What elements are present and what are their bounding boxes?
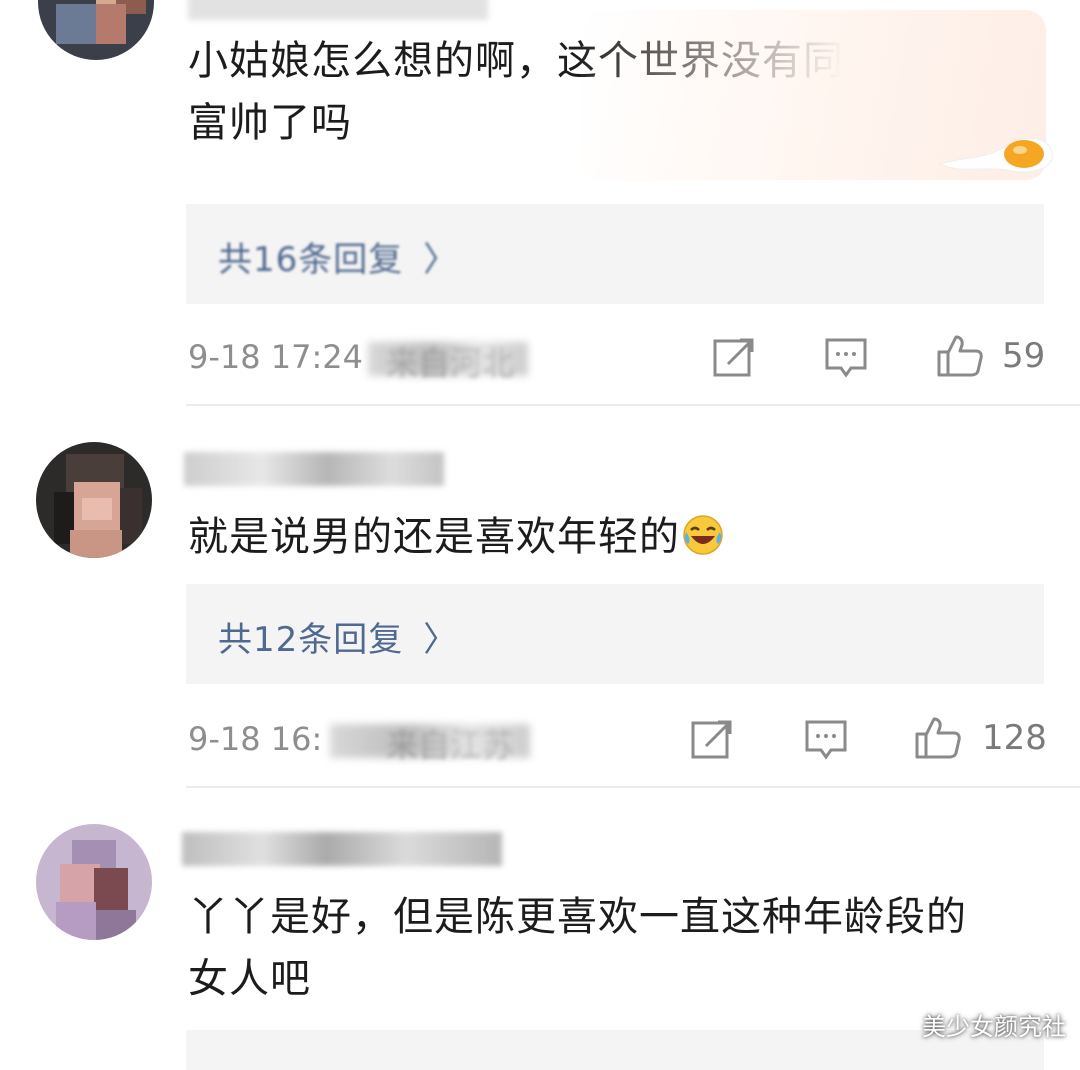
watermark: 美少女颜究社	[922, 1013, 1066, 1041]
like-count: 128	[982, 718, 1047, 758]
reply-summary-box[interactable]	[186, 1030, 1044, 1070]
avatar[interactable]	[36, 824, 152, 940]
reply-count-link[interactable]: 共16条回复〉	[218, 232, 458, 281]
reply-summary-box[interactable]: 共12条回复〉	[186, 584, 1044, 684]
laugh-cry-emoji	[683, 515, 723, 555]
fried-egg-icon	[938, 137, 1053, 173]
comment-meta: 9-18 17:24	[188, 338, 363, 376]
comment-date: 9-18 16:	[188, 720, 323, 758]
comment-meta: 9-18 16:	[188, 720, 322, 758]
reply-count-link[interactable]: 共12条回复〉	[218, 612, 458, 661]
comment-icon[interactable]	[804, 718, 848, 762]
location-blur	[368, 342, 528, 376]
comment-icon[interactable]	[824, 336, 868, 380]
comment-text: 丫丫是好，但是陈更喜欢一直这种年龄段的 女人吧	[188, 894, 967, 1002]
comment-item: 小姑娘怎么想的啊，这个世界没有同龄高 富帅了吗 共16条回复〉 9-18 17:…	[0, 0, 1080, 406]
comment-date: 9-18 17:24	[188, 338, 364, 376]
username-blurred[interactable]	[188, 0, 488, 20]
username-blurred[interactable]	[182, 832, 502, 866]
avatar[interactable]	[38, 0, 154, 60]
like-count: 59	[1002, 336, 1046, 376]
comment-item: 就是说男的还是喜欢年轻的 共12条回复〉 9-18 16: 来自江苏 128	[0, 406, 1080, 788]
chevron-right-icon: 〉	[423, 240, 459, 280]
reply-summary-box[interactable]: 共16条回复〉	[186, 204, 1044, 304]
thumbs-up-icon[interactable]	[936, 334, 984, 378]
chevron-right-icon: 〉	[423, 620, 459, 660]
comment-item: 丫丫是好，但是陈更喜欢一直这种年龄段的 女人吧	[0, 788, 1080, 1070]
location-blur	[330, 724, 530, 758]
share-icon[interactable]	[690, 718, 734, 762]
share-icon[interactable]	[712, 336, 756, 380]
username-blurred[interactable]	[184, 452, 444, 486]
comment-text: 就是说男的还是喜欢年轻的	[188, 506, 724, 568]
avatar[interactable]	[36, 442, 152, 558]
thumbs-up-icon[interactable]	[914, 716, 962, 760]
